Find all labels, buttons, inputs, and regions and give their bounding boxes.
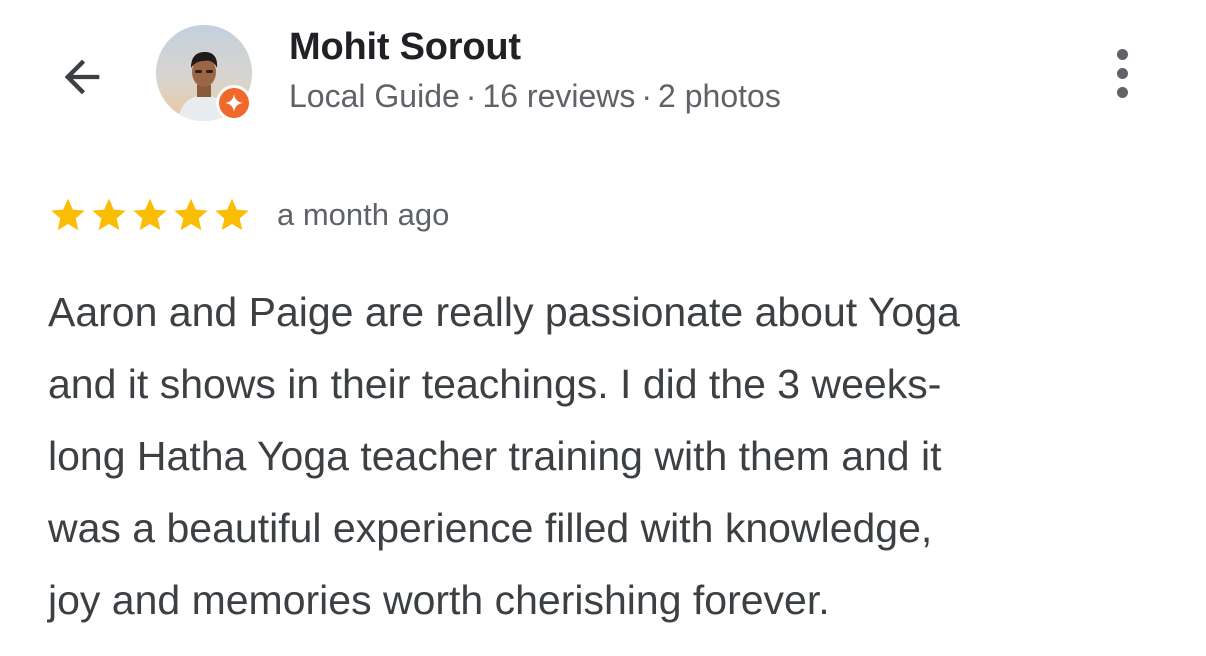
more-vertical-icon [1116,48,1128,60]
reviewer-meta: Local Guide · 16 reviews · 2 photos [289,78,781,115]
local-guide-badge-icon [216,85,252,121]
star-rating [48,195,252,235]
reviewer-photo-count: 2 photos [658,78,781,114]
review-date: a month ago [277,197,450,232]
star-icon [133,198,167,231]
star-icon [92,198,126,231]
star-icon [51,198,85,231]
star-icon [174,198,208,231]
back-button[interactable] [50,45,114,109]
meta-separator: · [465,78,477,114]
reviewer-review-count: 16 reviews [482,78,636,114]
reviewer-name[interactable]: Mohit Sorout [289,26,521,69]
rating-row: a month ago [48,193,449,237]
meta-separator: · [641,78,653,114]
star-icon [215,198,249,231]
more-options-button[interactable] [1100,40,1144,106]
reviewer-level: Local Guide [289,78,460,114]
arrow-back-icon [64,59,100,95]
review-text: Aaron and Paige are really passionate ab… [48,289,960,623]
